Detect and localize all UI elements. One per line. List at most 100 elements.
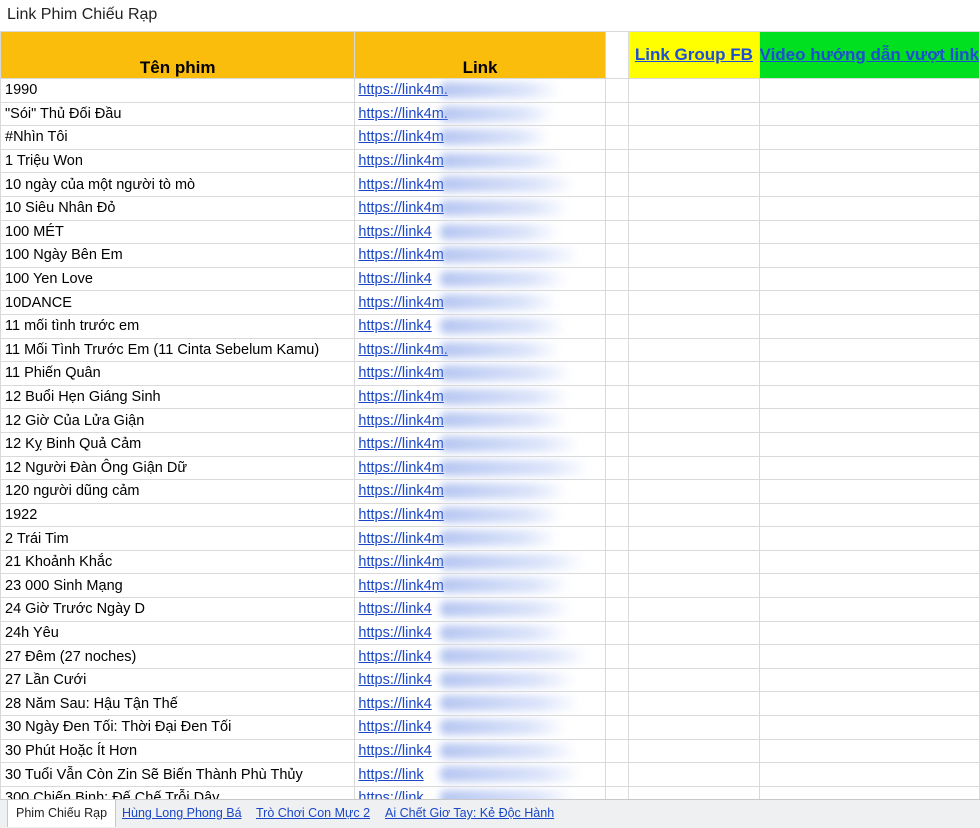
blank-cell[interactable] <box>604 667 630 693</box>
blank-cell[interactable] <box>604 243 630 268</box>
movie-link[interactable]: https://link4m <box>358 507 443 523</box>
video-cell[interactable] <box>758 455 980 481</box>
fb-cell[interactable] <box>628 243 760 268</box>
blank-cell[interactable] <box>604 644 630 669</box>
video-cell[interactable] <box>758 78 980 103</box>
fb-cell[interactable] <box>628 313 760 339</box>
movie-name-cell[interactable]: 2 Trái Tim <box>0 526 356 551</box>
link-video-guide[interactable]: Video hướng dẫn vượt link <box>760 45 978 64</box>
blank-cell[interactable] <box>604 195 630 221</box>
blank-cell[interactable] <box>604 148 630 174</box>
movie-link[interactable]: https://link4 <box>358 224 431 240</box>
video-cell[interactable] <box>758 597 980 622</box>
video-cell[interactable] <box>758 502 980 528</box>
movie-name-cell[interactable]: 30 Ngày Đen Tối: Thời Đại Đen Tối <box>0 715 356 740</box>
video-cell[interactable] <box>758 219 980 245</box>
video-cell[interactable] <box>758 290 980 315</box>
movie-link[interactable]: https://link4 <box>358 601 431 617</box>
blank-cell[interactable] <box>604 620 630 646</box>
fb-cell[interactable] <box>628 125 760 150</box>
video-cell[interactable] <box>758 620 980 646</box>
movie-link[interactable]: https://link4m <box>358 177 443 193</box>
movie-link[interactable]: https://link4m <box>358 153 443 169</box>
movie-link[interactable]: https://link4m. <box>358 82 447 98</box>
movie-link[interactable]: https://link4m. <box>358 106 447 122</box>
fb-cell[interactable] <box>628 384 760 410</box>
movie-link[interactable]: https://link <box>358 767 423 783</box>
video-cell[interactable] <box>758 243 980 268</box>
movie-name-cell[interactable]: 100 Ngày Bên Em <box>0 243 356 268</box>
movie-name-cell[interactable]: 23 000 Sinh Mạng <box>0 573 356 599</box>
movie-name-cell[interactable]: 30 Tuổi Vẫn Còn Zin Sẽ Biến Thành Phù Th… <box>0 762 356 787</box>
movie-link[interactable]: https://link4m <box>358 531 443 547</box>
movie-link[interactable]: https://link4m <box>358 129 443 145</box>
movie-name-cell[interactable]: 21 Khoảnh Khắc <box>0 549 356 575</box>
fb-cell[interactable] <box>628 526 760 551</box>
movie-link[interactable]: https://link4 <box>358 271 431 287</box>
movie-name-cell[interactable]: 24h Yêu <box>0 620 356 646</box>
blank-cell[interactable] <box>604 290 630 315</box>
movie-link[interactable]: https://link4m <box>358 389 443 405</box>
movie-link[interactable]: https://link4m <box>358 436 443 452</box>
movie-link[interactable]: https://link4m <box>358 295 443 311</box>
blank-cell[interactable] <box>604 526 630 551</box>
fb-cell[interactable] <box>628 644 760 669</box>
video-cell[interactable] <box>758 266 980 292</box>
movie-name-cell[interactable]: #Nhìn Tôi <box>0 125 356 150</box>
movie-name-cell[interactable]: 100 MÉT <box>0 219 356 245</box>
fb-cell[interactable] <box>628 431 760 457</box>
movie-link[interactable]: https://link4m <box>358 578 443 594</box>
movie-link[interactable]: https://link4m <box>358 200 443 216</box>
blank-cell[interactable] <box>604 172 630 197</box>
movie-name-cell[interactable]: 30 Phút Hoặc Ít Hơn <box>0 738 356 764</box>
video-cell[interactable] <box>758 384 980 410</box>
movie-link[interactable]: https://link4m <box>358 413 443 429</box>
fb-cell[interactable] <box>628 502 760 528</box>
video-cell[interactable] <box>758 125 980 150</box>
video-cell[interactable] <box>758 101 980 127</box>
fb-cell[interactable] <box>628 266 760 292</box>
movie-link[interactable]: https://link4m <box>358 247 443 263</box>
fb-cell[interactable] <box>628 408 760 433</box>
movie-name-cell[interactable]: 11 mối tình trước em <box>0 313 356 339</box>
video-cell[interactable] <box>758 337 980 363</box>
blank-cell[interactable] <box>604 78 630 103</box>
video-cell[interactable] <box>758 738 980 764</box>
movie-name-cell[interactable]: 10 ngày của một người tò mò <box>0 172 356 197</box>
movie-name-cell[interactable]: 10DANCE <box>0 290 356 315</box>
movie-link[interactable]: https://link4m <box>358 554 443 570</box>
movie-name-cell[interactable]: 11 Phiến Quân <box>0 361 356 386</box>
fb-cell[interactable] <box>628 361 760 386</box>
fb-cell[interactable] <box>628 691 760 717</box>
video-cell[interactable] <box>758 715 980 740</box>
fb-cell[interactable] <box>628 195 760 221</box>
blank-cell[interactable] <box>604 502 630 528</box>
movie-link[interactable]: https://link4 <box>358 743 431 759</box>
link-group-fb[interactable]: Link Group FB <box>635 45 753 64</box>
fb-cell[interactable] <box>628 290 760 315</box>
fb-cell[interactable] <box>628 667 760 693</box>
sheet-tab-ai-chet-gio-tay[interactable]: Ai Chết Giơ Tay: Kẻ Độc Hành <box>385 800 554 827</box>
blank-cell[interactable] <box>604 266 630 292</box>
video-cell[interactable] <box>758 549 980 575</box>
movie-link[interactable]: https://link4m <box>358 483 443 499</box>
fb-cell[interactable] <box>628 479 760 504</box>
video-cell[interactable] <box>758 195 980 221</box>
blank-cell[interactable] <box>604 337 630 363</box>
video-cell[interactable] <box>758 691 980 717</box>
blank-cell[interactable] <box>604 313 630 339</box>
blank-cell[interactable] <box>604 125 630 150</box>
movie-link[interactable]: https://link4 <box>358 649 431 665</box>
movie-name-cell[interactable]: 12 Giờ Của Lửa Giận <box>0 408 356 433</box>
movie-name-cell[interactable]: 120 người dũng cảm <box>0 479 356 504</box>
sheet-tab-hung-long-phong-ba[interactable]: Hùng Long Phong Bá <box>122 800 242 827</box>
fb-cell[interactable] <box>628 219 760 245</box>
blank-cell[interactable] <box>604 479 630 504</box>
movie-link[interactable]: https://link4 <box>358 318 431 334</box>
video-cell[interactable] <box>758 148 980 174</box>
blank-cell[interactable] <box>604 597 630 622</box>
blank-cell[interactable] <box>604 361 630 386</box>
blank-cell[interactable] <box>604 691 630 717</box>
fb-cell[interactable] <box>628 715 760 740</box>
blank-cell[interactable] <box>604 431 630 457</box>
